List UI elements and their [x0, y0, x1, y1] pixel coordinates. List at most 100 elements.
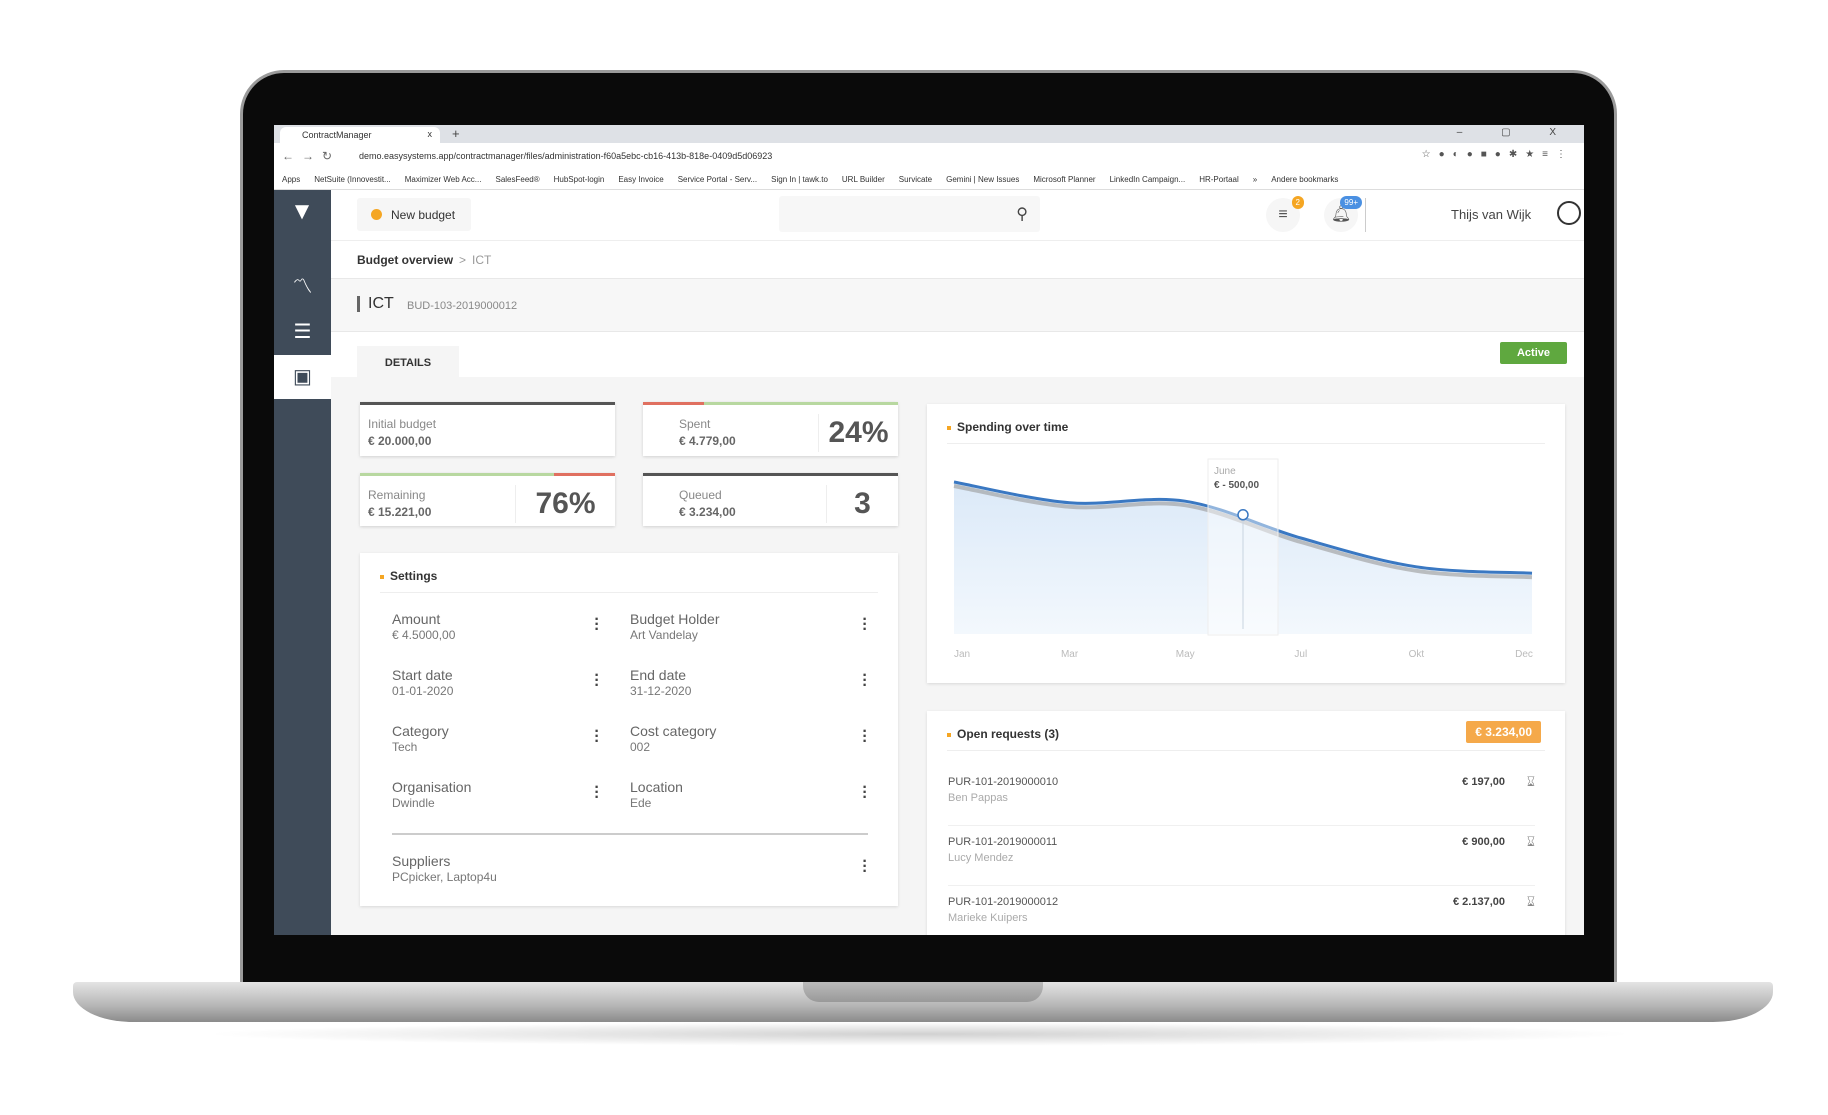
bookmark-item[interactable]: Easy Invoice [618, 175, 663, 184]
bookmark-item[interactable]: Andere bookmarks [1271, 175, 1338, 184]
extension-icons[interactable]: ☆●◐●■●✱★≡⋮ [1422, 149, 1574, 160]
setting-value: 002 [630, 740, 651, 754]
search-icon[interactable]: ⚲ [1016, 204, 1028, 224]
settings-title: Settings [380, 569, 878, 593]
list-icon[interactable]: ☰ [274, 310, 331, 354]
x-tick-label: Dec [1515, 649, 1533, 660]
card-value: € 4.779,00 [679, 434, 736, 448]
setting-suppliers: Suppliers PCpicker, Laptop4u · · · [392, 853, 868, 884]
spending-chart-panel: Spending over time June € - 500,00 Jan Mar M… [927, 404, 1565, 683]
setting-item: Organisation Dwindle · · · [392, 779, 600, 810]
request-row[interactable]: PUR-101-2019000012 Marieke Kuipers € 2.137… [948, 888, 1535, 935]
more-options-icon[interactable]: · · · [594, 612, 600, 638]
wallet-icon[interactable]: ▣ [274, 355, 331, 399]
more-options-icon[interactable]: · · · [862, 612, 868, 638]
card-value: € 3.234,00 [679, 505, 736, 519]
card-label: Initial budget [368, 417, 437, 431]
setting-item: Category Tech · · · [392, 723, 600, 754]
setting-label: Suppliers [392, 853, 451, 869]
setting-item: Cost category 002 · · · [630, 723, 868, 754]
request-row[interactable]: PUR-101-2019000011 Lucy Mendez € 900,00 ⌛︎ [948, 828, 1535, 886]
browser-tabbar: ContractManager x + – ▢ X [274, 125, 1584, 143]
notifications-button[interactable]: 🔔︎ 99+ [1324, 196, 1362, 232]
bookmark-item[interactable]: Service Portal - Serv... [678, 175, 757, 184]
more-options-icon[interactable]: · · · [862, 668, 868, 694]
breadcrumb-current: ICT [472, 253, 492, 267]
hourglass-icon: ⌛︎ [1526, 894, 1535, 909]
bookmark-item[interactable]: LinkedIn Campaign... [1110, 175, 1186, 184]
status-badge[interactable]: Active [1500, 342, 1567, 364]
tasks-button[interactable]: ≡ 2 [1266, 196, 1304, 232]
bookmark-item[interactable]: SalesFeed® [495, 175, 539, 184]
address-bar: ←→↻ demo.easysystems.app/contractmanager… [274, 143, 1584, 170]
breadcrumb-parent[interactable]: Budget overview [357, 253, 453, 267]
new-tab-button[interactable]: + [452, 126, 460, 141]
hourglass-icon: ⌛︎ [1526, 834, 1535, 849]
request-requester: Lucy Mendez [948, 852, 1014, 864]
request-row[interactable]: PUR-101-2019000010 Ben Pappas € 197,00 ⌛︎ [948, 768, 1535, 826]
request-id: PUR-101-2019000011 [948, 836, 1058, 848]
x-tick-label: May [1176, 649, 1195, 660]
more-options-icon[interactable]: · · · [862, 780, 868, 806]
trend-icon[interactable]: 〽 [274, 265, 331, 309]
request-id: PUR-101-2019000010 [948, 776, 1059, 788]
bookmark-item[interactable]: URL Builder [842, 175, 885, 184]
notifications-badge: 99+ [1340, 196, 1362, 209]
app-header: New budget ⚲ ≡ 2 🔔︎ 99+ Thijs van Wijk [331, 190, 1584, 240]
bookmark-item[interactable]: Survicate [899, 175, 932, 184]
logo-icon[interactable]: ▼ [288, 198, 316, 226]
bookmark-item[interactable]: HubSpot-login [554, 175, 605, 184]
page-title: ICT [357, 296, 394, 312]
close-tab-icon[interactable]: x [428, 129, 433, 139]
setting-value: Tech [392, 740, 418, 754]
request-amount: € 900,00 [1462, 836, 1505, 848]
spent-progress [643, 402, 705, 405]
settings-divider [392, 833, 868, 835]
bookmark-item[interactable]: Gemini | New Issues [946, 175, 1019, 184]
hourglass-icon: ⌛︎ [1526, 774, 1535, 789]
card-value: € 20.000,00 [368, 434, 432, 448]
open-requests-panel: Open requests (3) € 3.234,00 PUR-101-201… [927, 711, 1565, 935]
card-spent: Spent € 4.779,00 24% [643, 402, 898, 456]
bookmark-item[interactable]: Microsoft Planner [1033, 175, 1095, 184]
bookmark-item[interactable]: Maximizer Web Acc... [405, 175, 482, 184]
nav-buttons[interactable]: ←→↻ [282, 149, 340, 163]
bookmark-item[interactable]: » [1253, 175, 1257, 184]
tab-details[interactable]: DETAILS [357, 346, 459, 377]
more-options-icon[interactable]: · · · [594, 724, 600, 750]
setting-value: Art Vandelay [630, 628, 698, 642]
setting-label: Organisation [392, 779, 472, 795]
more-options-icon[interactable]: · · · [594, 780, 600, 806]
url-field[interactable]: demo.easysystems.app/contractmanager/fil… [359, 151, 772, 161]
card-value: € 15.221,00 [368, 505, 432, 519]
bookmark-item[interactable]: Sign In | tawk.to [771, 175, 828, 184]
bookmark-item[interactable]: HR-Portaal [1199, 175, 1239, 184]
more-options-icon[interactable]: · · · [594, 668, 600, 694]
window-controls[interactable]: – ▢ X [1457, 127, 1574, 138]
remaining-remainder [553, 473, 615, 476]
setting-value: Dwindle [392, 796, 435, 810]
card-remaining: Remaining € 15.221,00 76% [360, 473, 615, 526]
laptop-shadow [200, 1022, 1640, 1046]
search-input[interactable]: ⚲ [779, 196, 1040, 232]
new-budget-label: New budget [391, 208, 456, 222]
spent-remainder [704, 402, 898, 405]
tabs-row: DETAILS Active [331, 332, 1584, 377]
bookmark-item[interactable]: Apps [282, 175, 300, 184]
title-band: ICT BUD-103-2019000012 [331, 278, 1584, 332]
avatar[interactable] [1557, 201, 1581, 225]
x-tick-label: Jan [954, 649, 970, 660]
setting-item: Budget Holder Art Vandelay · · · [630, 611, 868, 642]
setting-value: 01-01-2020 [392, 684, 454, 698]
settings-panel: Settings Amount € 4.5000,00 · · · Budget Hold… [360, 553, 898, 906]
bookmark-item[interactable]: NetSuite (Innovestit... [314, 175, 390, 184]
screen: ContractManager x + – ▢ X ←→↻ demo.easysy… [274, 125, 1584, 935]
budget-code: BUD-103-2019000012 [407, 300, 518, 312]
user-name[interactable]: Thijs van Wijk [1451, 207, 1531, 222]
setting-label: Cost category [630, 723, 717, 739]
more-options-icon[interactable]: · · · [862, 724, 868, 750]
tooltip-value: € - 500,00 [1214, 480, 1259, 491]
browser-tab[interactable]: ContractManager x [280, 127, 440, 143]
more-options-icon[interactable]: · · · [862, 854, 868, 880]
new-budget-button[interactable]: New budget [357, 198, 471, 231]
